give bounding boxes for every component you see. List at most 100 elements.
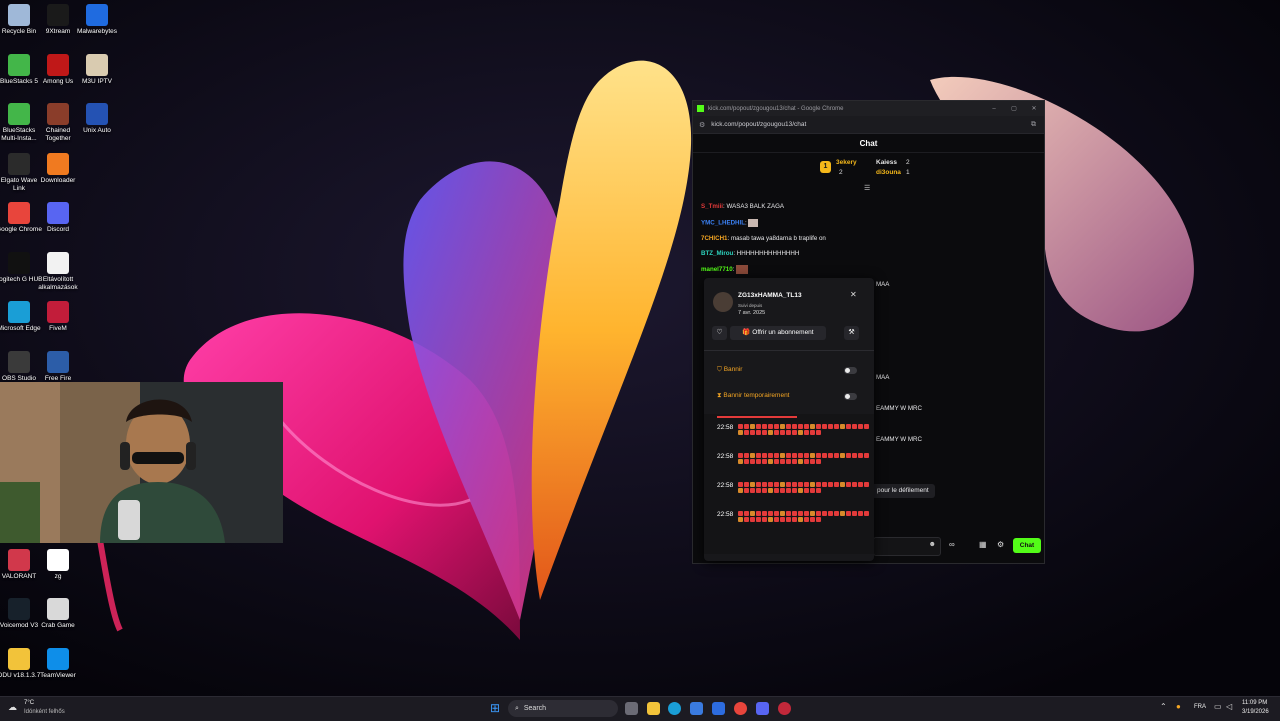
settings-icon[interactable]: ⚙ bbox=[997, 540, 1004, 549]
chat-fragment: EAMMY W MRC bbox=[876, 405, 922, 412]
minimize-icon[interactable]: – bbox=[984, 106, 1004, 112]
ban-label: Bannir bbox=[723, 366, 743, 373]
user-card-popup[interactable]: ZG13xHAMMA_TL13 Suivi depuis 7 avr. 2025… bbox=[704, 278, 874, 561]
discord-taskbar-icon[interactable] bbox=[756, 702, 769, 715]
file-explorer-icon[interactable] bbox=[647, 702, 660, 715]
emote-row bbox=[738, 453, 872, 464]
scroll-pause-pill[interactable]: pour le défilement bbox=[871, 484, 935, 498]
emote-icon bbox=[828, 511, 833, 516]
emote-icon bbox=[846, 424, 851, 429]
window-titlebar[interactable]: kick.com/popout/zgougou13/chat - Google … bbox=[693, 101, 1044, 116]
mail-taskbar-icon[interactable] bbox=[712, 702, 725, 715]
teamviewer-icon bbox=[47, 647, 69, 670]
volume-icon[interactable]: ◁ bbox=[1226, 702, 1232, 711]
follow-heart-button[interactable]: ♡ bbox=[712, 326, 727, 340]
emote-icon bbox=[846, 511, 851, 516]
send-chat-button[interactable]: Chat bbox=[1013, 538, 1041, 553]
weather-temp[interactable]: 7°C bbox=[24, 700, 34, 706]
desktop-icon-label: Eltávolított alkalmazások bbox=[38, 275, 78, 291]
desktop-icon[interactable]: Downloader bbox=[33, 152, 83, 185]
emote-icon bbox=[762, 517, 767, 522]
ban-toggle[interactable] bbox=[844, 367, 857, 374]
9xtream-icon bbox=[47, 4, 69, 26]
emote-icon bbox=[786, 453, 791, 458]
weather-icon[interactable]: ☁ bbox=[8, 702, 17, 713]
webcam-image bbox=[0, 382, 283, 543]
maximize-icon[interactable]: ▢ bbox=[1004, 105, 1024, 112]
link-icon[interactable]: ∞ bbox=[949, 540, 955, 549]
desktop-icon[interactable]: M3U IPTV bbox=[72, 53, 122, 86]
emote-icon bbox=[744, 459, 749, 464]
chat-username[interactable]: 7CHICH1 bbox=[701, 235, 727, 242]
translate-icon[interactable]: ⧉ bbox=[1031, 121, 1036, 129]
desktop-icon[interactable]: Free Fire bbox=[33, 350, 83, 383]
desktop-icon[interactable]: zg bbox=[33, 548, 83, 581]
recycle-bin-icon bbox=[8, 4, 30, 26]
emote-icon bbox=[816, 453, 821, 458]
chrome-icon bbox=[8, 202, 30, 224]
emote-icon bbox=[798, 453, 803, 458]
leader-second-name[interactable]: Kaiess bbox=[876, 159, 897, 166]
desktop-icon-label: Crab Game bbox=[41, 622, 75, 629]
weather-desc[interactable]: Idónként felhős bbox=[24, 709, 65, 715]
store-taskbar-icon[interactable] bbox=[690, 702, 703, 715]
gift-sub-button[interactable]: 🎁 Offrir un abonnement bbox=[730, 326, 826, 340]
chat-fragment: MAA bbox=[876, 281, 890, 288]
close-window-icon[interactable]: ✕ bbox=[1024, 105, 1044, 112]
timeout-row[interactable]: ⧗ Bannir temporairement bbox=[717, 392, 857, 402]
emote-icon bbox=[864, 511, 869, 516]
emote-icon bbox=[774, 459, 779, 464]
emote-icon bbox=[822, 482, 827, 487]
close-icon[interactable]: ✕ bbox=[850, 290, 857, 299]
clock-time[interactable]: 11:09 PM bbox=[1242, 700, 1267, 706]
emote-icon bbox=[792, 424, 797, 429]
start-icon[interactable]: ⊞ bbox=[490, 701, 500, 715]
site-settings-icon[interactable]: ⚙ bbox=[699, 121, 705, 129]
chat-username[interactable]: S_Tmiii bbox=[701, 203, 723, 210]
emote-icon bbox=[786, 482, 791, 487]
emote-icon bbox=[792, 459, 797, 464]
store-icon[interactable]: ▦ bbox=[979, 540, 987, 549]
search-box[interactable]: ⌕ Search bbox=[508, 700, 618, 717]
chat-username[interactable]: BTZ_Mirou bbox=[701, 250, 733, 257]
desktop-icon[interactable]: Malwarebytes bbox=[72, 4, 122, 36]
task-view-icon[interactable] bbox=[625, 702, 638, 715]
chat-username[interactable]: manel7710 bbox=[701, 266, 733, 273]
clock-date[interactable]: 3/19/2026 bbox=[1242, 709, 1269, 715]
edge-taskbar-icon[interactable] bbox=[668, 702, 681, 715]
mic-icon[interactable]: ● bbox=[1176, 702, 1181, 711]
timeout-toggle[interactable] bbox=[844, 393, 857, 400]
desktop-icon-label: FiveM bbox=[49, 325, 67, 332]
desktop-icon[interactable]: Unix Auto bbox=[72, 103, 122, 135]
app-taskbar-icon[interactable] bbox=[778, 702, 791, 715]
emote-icon bbox=[768, 488, 773, 493]
emote-icon bbox=[780, 517, 785, 522]
desktop-icon[interactable]: TeamViewer bbox=[33, 647, 83, 680]
leader-third-name[interactable]: di3ouna bbox=[876, 169, 901, 176]
desktop-icon-label: Downloader bbox=[40, 176, 76, 184]
emote-icon bbox=[858, 482, 863, 487]
chat-input[interactable]: ☻ bbox=[873, 537, 941, 556]
desktop-icon[interactable]: Eltávolított alkalmazások bbox=[33, 251, 83, 292]
emote-icon bbox=[846, 453, 851, 458]
desktop-icon[interactable]: FiveM bbox=[33, 301, 83, 333]
network-icon[interactable]: ▭ bbox=[1214, 702, 1222, 711]
mod-action-button[interactable]: ⚒ bbox=[844, 326, 859, 340]
desktop-icon[interactable]: Discord bbox=[33, 202, 83, 234]
emote-icon bbox=[780, 488, 785, 493]
chat-username[interactable]: YMC_LHEDHIL bbox=[701, 220, 745, 227]
emote-icon bbox=[774, 424, 779, 429]
logitech-icon bbox=[8, 251, 30, 274]
leader-first-name[interactable]: 3ekery bbox=[836, 159, 857, 166]
tray-chevron-icon[interactable]: ⌃ bbox=[1160, 702, 1167, 711]
chrome-taskbar-icon[interactable] bbox=[734, 702, 747, 715]
gift-icon: 🎁 bbox=[742, 329, 753, 336]
language-indicator[interactable]: FRA bbox=[1194, 704, 1206, 710]
emoji-icon[interactable]: ☻ bbox=[929, 541, 936, 548]
desktop-icon[interactable]: Crab Game bbox=[33, 598, 83, 630]
ban-row[interactable]: ⛉ Bannir bbox=[717, 366, 857, 376]
emote-icon bbox=[756, 517, 761, 522]
filter-icon[interactable]: ☰ bbox=[864, 184, 870, 192]
url-text[interactable]: kick.com/popout/zgougou13/chat bbox=[711, 121, 1031, 128]
address-bar[interactable]: ⚙ kick.com/popout/zgougou13/chat ⧉ bbox=[693, 116, 1044, 134]
